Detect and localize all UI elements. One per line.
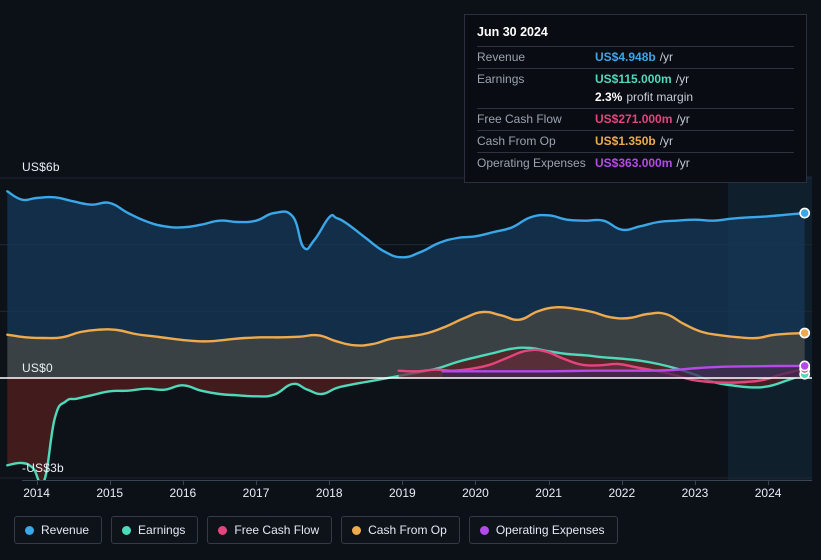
tooltip-row-value: US$271.000m (595, 112, 673, 126)
x-axis-tick (329, 480, 331, 485)
x-axis-tick-label: 2024 (754, 486, 782, 500)
x-axis-tick-label: 2018 (315, 486, 343, 500)
legend-color-dot-icon (479, 525, 489, 535)
legend-item-revenue[interactable]: Revenue (14, 516, 103, 544)
x-axis-tick-label: 2023 (681, 486, 709, 500)
tooltip-row-value: US$363.000m (595, 156, 673, 170)
x-axis-tick (402, 480, 404, 485)
tooltip-row-label: Free Cash Flow (477, 112, 562, 126)
legend-item-label: Earnings (138, 523, 186, 537)
x-axis-tick-label: 2014 (23, 486, 50, 500)
legend-item-label: Operating Expenses (495, 523, 605, 537)
x-axis-tick (475, 480, 477, 485)
tooltip-row-unit: /yr (676, 112, 690, 126)
legend-color-dot-icon (352, 525, 362, 535)
tooltip-rows: Revenue US$4.948b/yr Earnings US$115.000m/y… (477, 46, 794, 174)
legend-item-free-cash-flow[interactable]: Free Cash Flow (207, 516, 333, 544)
tooltip-row-label: Revenue (477, 50, 526, 64)
tooltip-row-unit: profit margin (626, 90, 694, 104)
legend-item-operating-expenses[interactable]: Operating Expenses (468, 516, 618, 544)
x-axis-tick (182, 480, 184, 485)
x-axis-tick-label: 2020 (462, 486, 489, 500)
x-axis-tick (768, 480, 770, 485)
tooltip-row-unit: /yr (675, 72, 690, 86)
data-tooltip: Jun 30 2024 Revenue US$4.948b/yr Earnings U… (464, 14, 807, 183)
end-marker-revenue (799, 207, 811, 219)
tooltip-row: Cash From Op US$1.350b/yr (477, 130, 794, 152)
y-axis-label-top: US$6b (22, 160, 60, 174)
tooltip-row-label: Operating Expenses (477, 156, 586, 170)
chart-svg (0, 176, 812, 480)
tooltip-row-label: Cash From Op (477, 134, 556, 148)
x-axis-tick-label: 2021 (535, 486, 562, 500)
chart-screenshot: US$6b US$0 -US$3b 2014 2015 2016 2017 2018 20… (0, 0, 821, 560)
legend-item-cash-from-op[interactable]: Cash From Op (341, 516, 460, 544)
x-axis-tick (548, 480, 550, 485)
x-axis-line (22, 480, 812, 481)
tooltip-row: Earnings US$115.000m/yr (477, 68, 794, 90)
tooltip-row-value: US$1.350b (595, 134, 656, 148)
x-axis-tick-label: 2015 (96, 486, 124, 500)
x-axis-tick (621, 480, 623, 485)
tooltip-row-value: 2.3% (595, 90, 623, 104)
legend-item-earnings[interactable]: Earnings (111, 516, 199, 544)
tooltip-row-unit: /yr (659, 50, 674, 64)
legend-color-dot-icon (25, 525, 34, 535)
legend-item-label: Revenue (41, 523, 90, 537)
legend-color-dot-icon (122, 525, 132, 535)
legend-item-label: Cash From Op (368, 523, 447, 537)
x-axis-tick-label: 2019 (388, 486, 416, 500)
end-marker-cash-from-op (799, 327, 811, 339)
legend-item-label: Free Cash Flow (234, 523, 320, 537)
tooltip-date: Jun 30 2024 (477, 25, 548, 39)
tooltip-row-unit: /yr (659, 134, 674, 148)
x-axis-tick (109, 480, 111, 485)
chart-plot-area (0, 176, 812, 480)
x-axis-tick-label: 2016 (169, 486, 197, 500)
tooltip-row-unit: /yr (676, 156, 690, 170)
tooltip-row: Operating Expenses US$363.000m/yr (477, 152, 794, 174)
tooltip-row: Revenue US$4.948b/yr (477, 46, 794, 68)
x-axis-tick (256, 480, 258, 485)
x-axis-tick-label: 2022 (608, 486, 636, 500)
chart-legend: Revenue Earnings Free Cash Flow Cash From O… (14, 516, 618, 544)
tooltip-row: 2.3% profit margin (477, 90, 794, 108)
x-axis-tick (36, 480, 38, 485)
tooltip-row-value: US$4.948b (595, 50, 656, 64)
y-axis-label-zero: US$0 (22, 361, 53, 375)
legend-color-dot-icon (218, 525, 228, 535)
end-marker-operating-expenses (799, 360, 811, 372)
x-axis-tick (694, 480, 696, 485)
tooltip-row-label: Earnings (477, 72, 525, 86)
tooltip-row-value: US$115.000m (595, 72, 672, 86)
y-axis-label-bottom: -US$3b (22, 461, 64, 475)
tooltip-row: Free Cash Flow US$271.000m/yr (477, 108, 794, 130)
x-axis-tick-label: 2017 (242, 486, 270, 500)
